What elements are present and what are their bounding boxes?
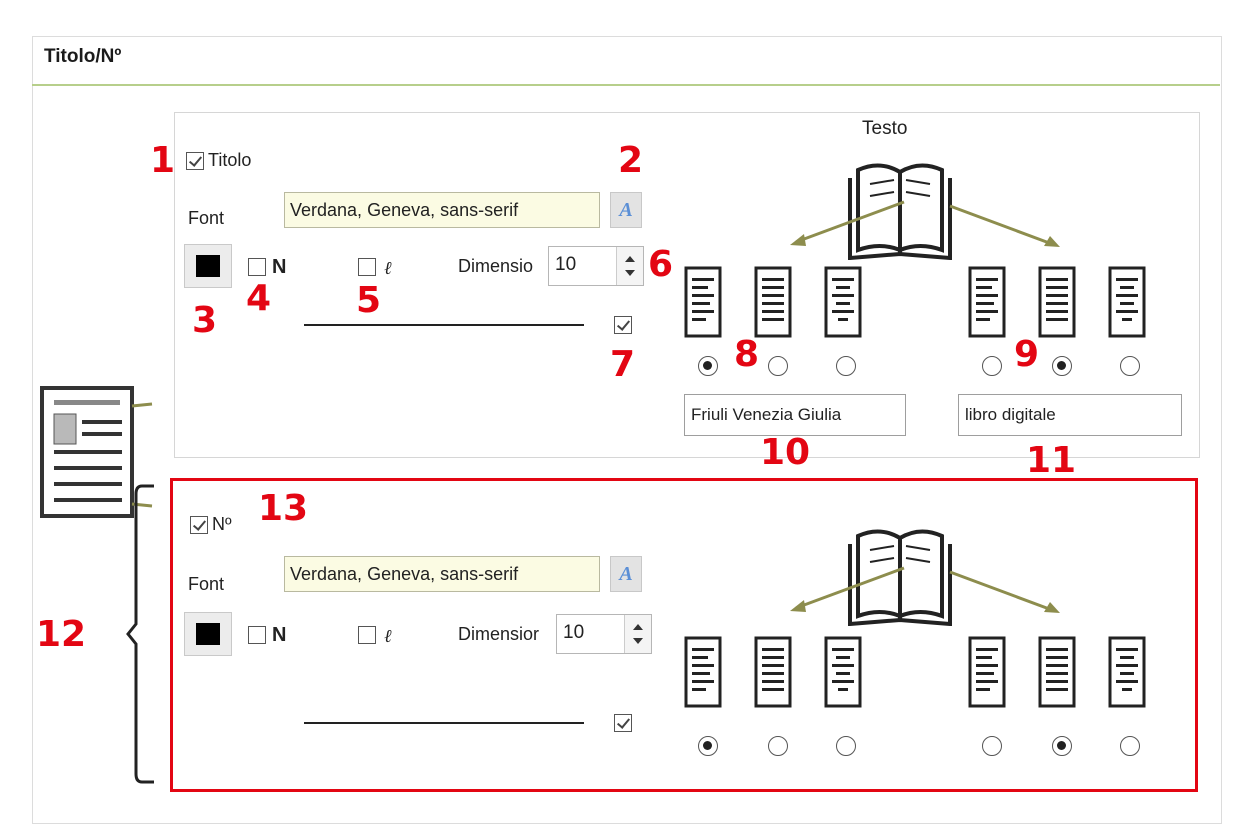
book-icon <box>790 163 1060 260</box>
titolo-checkbox-label: Titolo <box>208 150 252 170</box>
titolo-bold-label: N <box>272 256 287 278</box>
up-arrow-icon[interactable] <box>625 256 635 262</box>
section-title-underline <box>32 84 1220 86</box>
titolo-left-align-justify-radio[interactable] <box>768 356 788 376</box>
annotation-2: 2 <box>618 140 644 181</box>
titolo-right-align-icons <box>968 266 1146 338</box>
titolo-right-align-justify-radio[interactable] <box>1052 356 1072 376</box>
titolo-left-align-left-radio[interactable] <box>698 356 718 376</box>
left-text-field[interactable]: Friuli Venezia Giulia <box>684 394 906 436</box>
annotation-7: 7 <box>610 344 636 385</box>
titolo-underline-checkbox[interactable] <box>614 316 632 334</box>
annotation-10: 10 <box>760 432 811 473</box>
titolo-left-align-icons <box>684 266 862 338</box>
numero-highlight-box <box>170 478 1198 792</box>
annotation-6: 6 <box>648 244 674 285</box>
numero-bracket <box>126 484 154 784</box>
annotation-12: 12 <box>36 614 87 655</box>
annotation-13: 13 <box>258 488 309 529</box>
annotation-1: 1 <box>150 140 176 181</box>
titolo-right-align-left-radio[interactable] <box>982 356 1002 376</box>
titolo-font-picker-button[interactable]: A <box>610 192 642 228</box>
annotation-4: 4 <box>246 278 272 319</box>
titolo-bold-checkbox[interactable] <box>248 258 266 276</box>
right-text-field[interactable]: libro digitale <box>958 394 1182 436</box>
titolo-color-button[interactable] <box>184 244 232 288</box>
section-title: Titolo/Nº <box>44 46 122 67</box>
titolo-left-align-center-radio[interactable] <box>836 356 856 376</box>
annotation-3: 3 <box>192 300 218 341</box>
testo-label: Testo <box>862 118 908 139</box>
stepper-arrows[interactable] <box>616 247 643 285</box>
titolo-size-value: 10 <box>555 254 577 275</box>
annotation-9: 9 <box>1014 334 1040 375</box>
titolo-font-field[interactable]: Verdana, Geneva, sans-serif <box>284 192 600 228</box>
titolo-underline-sample <box>304 324 584 326</box>
titolo-italic-label: ℓ <box>384 258 392 278</box>
down-arrow-icon[interactable] <box>625 270 635 276</box>
titolo-font-label: Font <box>188 208 225 228</box>
titolo-checkbox[interactable] <box>186 152 204 170</box>
titolo-right-align-center-radio[interactable] <box>1120 356 1140 376</box>
annotation-11: 11 <box>1026 440 1077 481</box>
annotation-5: 5 <box>356 280 382 321</box>
titolo-size-stepper[interactable]: 10 <box>548 246 644 286</box>
color-swatch <box>196 255 220 277</box>
titolo-size-label: Dimensio <box>458 256 534 276</box>
annotation-8: 8 <box>734 334 760 375</box>
titolo-italic-checkbox[interactable] <box>358 258 376 276</box>
